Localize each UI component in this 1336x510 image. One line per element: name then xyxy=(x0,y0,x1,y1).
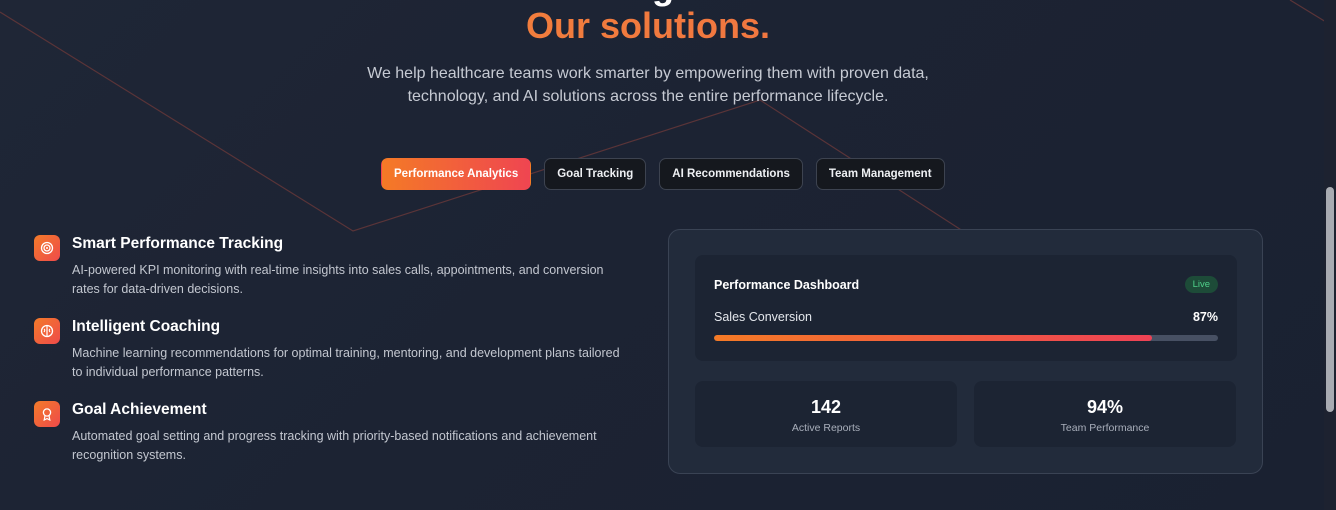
stat-value: 142 xyxy=(810,397,842,417)
feature-title: Intelligent Coaching xyxy=(72,318,221,335)
tab-performance-analytics[interactable]: Performance Analytics xyxy=(381,158,532,190)
target-icon xyxy=(34,235,60,261)
feature-list: Smart Performance Tracking AI-powered KP… xyxy=(34,232,634,481)
stat-value: 94% xyxy=(1086,397,1124,417)
feature-title: Smart Performance Tracking xyxy=(72,235,284,252)
feature-description: AI-powered KPI monitoring with real-time… xyxy=(72,263,604,296)
metric-value: 87% xyxy=(1192,310,1218,324)
feature-item: Intelligent Coaching Machine learning re… xyxy=(34,315,634,382)
performance-dashboard-panel: Performance Dashboard Live Sales Convers… xyxy=(695,255,1237,361)
progress-fill xyxy=(714,335,1153,341)
tab-goal-tracking[interactable]: Goal Tracking xyxy=(544,158,647,190)
stat-label: Active Reports xyxy=(791,422,861,434)
feature-item: Goal Achievement Automated goal setting … xyxy=(34,398,634,465)
feature-title: Goal Achievement xyxy=(72,401,207,418)
tab-team-management[interactable]: Team Management xyxy=(815,158,945,190)
page-subtitle: We help healthcare teams work smarter by… xyxy=(367,65,929,105)
brain-icon xyxy=(34,318,60,344)
metric-label: Sales Conversion xyxy=(714,310,812,324)
stat-card-active-reports: 142 Active Reports xyxy=(695,381,957,447)
dashboard-card: Performance Dashboard Live Sales Convers… xyxy=(668,229,1263,474)
dashboard-title: Performance Dashboard xyxy=(714,278,860,292)
scrollbar-thumb[interactable] xyxy=(1326,187,1334,412)
solution-tabs: Performance Analytics Goal Tracking AI R… xyxy=(381,158,945,190)
live-status-badge: Live xyxy=(1184,276,1218,293)
tab-ai-recommendations[interactable]: AI Recommendations xyxy=(659,158,803,190)
feature-description: Automated goal setting and progress trac… xyxy=(72,429,597,462)
sales-conversion-progress-bar xyxy=(714,335,1218,341)
stat-card-team-performance: 94% Team Performance xyxy=(974,381,1236,447)
feature-description: Machine learning recommendations for opt… xyxy=(72,346,620,379)
stat-label: Team Performance xyxy=(1060,422,1150,434)
page-scrollbar[interactable] xyxy=(1324,0,1336,510)
page-title: Our solutions. xyxy=(0,5,1296,47)
award-icon xyxy=(34,401,60,427)
feature-item: Smart Performance Tracking AI-powered KP… xyxy=(34,232,634,299)
